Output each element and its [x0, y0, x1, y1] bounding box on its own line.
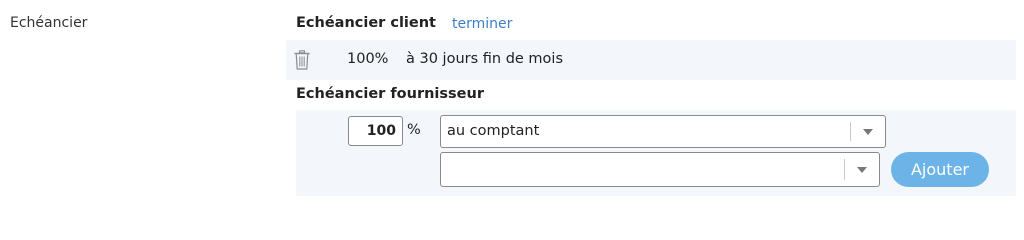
select-divider	[844, 159, 845, 180]
chevron-down-icon[interactable]	[857, 167, 867, 173]
echeancier-section: Echéancier Echéancier client terminer 10…	[0, 0, 1024, 206]
supplier-schedule-title: Echéancier fournisseur	[296, 86, 484, 102]
payment-terms-value: au comptant	[447, 123, 540, 139]
client-terms: à 30 jours fin de mois	[406, 51, 564, 67]
percent-input[interactable]	[348, 116, 403, 146]
secondary-terms-select[interactable]	[440, 152, 880, 187]
client-schedule-row: 100% à 30 jours fin de mois	[286, 40, 1016, 80]
trash-icon[interactable]	[294, 50, 310, 70]
percent-sign: %	[407, 122, 421, 138]
terminer-link[interactable]: terminer	[452, 16, 512, 32]
client-percent: 100%	[347, 51, 389, 67]
client-schedule-title: Echéancier client	[296, 15, 436, 31]
add-button[interactable]: Ajouter	[891, 152, 989, 187]
supplier-schedule-form: % au comptant Ajouter	[296, 110, 1016, 196]
payment-terms-select[interactable]: au comptant	[440, 115, 886, 148]
select-divider	[850, 122, 851, 141]
field-label: Echéancier	[10, 15, 88, 31]
chevron-down-icon[interactable]	[863, 129, 873, 135]
